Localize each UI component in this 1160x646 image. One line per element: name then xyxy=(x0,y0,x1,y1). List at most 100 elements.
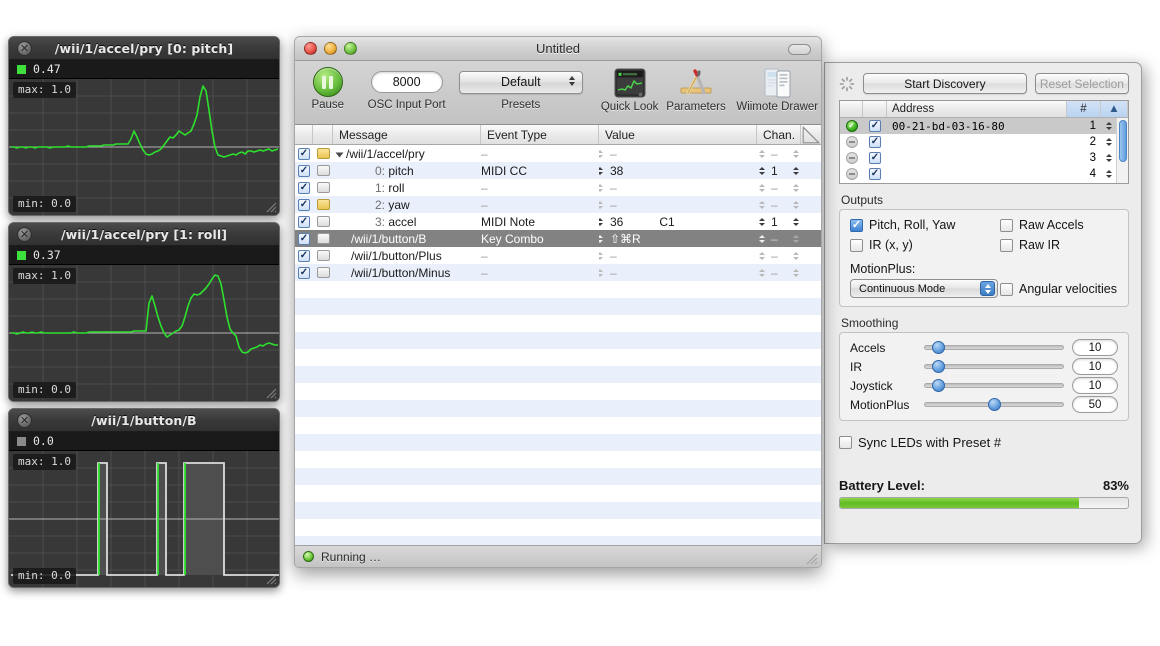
row-color-chip[interactable] xyxy=(316,165,330,176)
table-row[interactable]: ✓ /wii/1/accel/pry – – – xyxy=(295,145,821,162)
checkbox-ir-xy[interactable]: IR (x, y) xyxy=(850,238,1000,252)
row-enabled-checkbox[interactable]: ✓ xyxy=(298,181,310,194)
col-chip[interactable] xyxy=(313,125,333,144)
address-row[interactable]: ✓ 4 xyxy=(840,166,1116,182)
checkbox-box[interactable] xyxy=(1000,238,1013,252)
message-table-body[interactable]: ✓ /wii/1/accel/pry – – – ✓ 0: pitch MIDI… xyxy=(295,145,821,545)
slider-track[interactable] xyxy=(924,357,1064,376)
channel-cell[interactable]: – xyxy=(757,147,787,161)
table-row[interactable]: ✓ 2: yaw – – – xyxy=(295,196,821,213)
col-enabled[interactable] xyxy=(295,125,313,144)
table-row[interactable]: ✓ /wii/1/button/B Key Combo ⇧⌘R – xyxy=(295,230,821,247)
channel-stepper[interactable] xyxy=(791,215,800,228)
slider-accels[interactable]: Accels 10 xyxy=(850,338,1118,357)
row-color-chip[interactable] xyxy=(316,216,330,227)
event-type-cell[interactable]: – xyxy=(481,181,599,195)
column-options-button[interactable] xyxy=(801,125,821,144)
slider-knob[interactable] xyxy=(988,398,1002,411)
address-row[interactable]: ✓ 3 xyxy=(840,150,1116,166)
col-value[interactable]: Value xyxy=(599,125,757,144)
graph-window-roll[interactable]: ✕ /wii/1/accel/pry [1: roll] 0.37 max: 1… xyxy=(8,222,280,402)
scrollbar-thumb[interactable] xyxy=(1119,120,1127,162)
row-color-chip[interactable] xyxy=(316,250,330,261)
table-row[interactable]: ✓ 1: roll – – – xyxy=(295,179,821,196)
message-cell[interactable]: /wii/1/button/Plus xyxy=(333,249,481,263)
row-color-chip[interactable] xyxy=(316,199,330,210)
value-cell[interactable]: – xyxy=(599,249,757,263)
row-stepper[interactable] xyxy=(1101,152,1116,165)
value-stepper[interactable] xyxy=(757,164,766,177)
channel-stepper[interactable] xyxy=(791,164,800,177)
event-type-stepper[interactable] xyxy=(599,198,604,211)
message-cell[interactable]: 3: accel xyxy=(333,215,481,229)
wiimote-drawer-icon[interactable] xyxy=(760,67,794,99)
col-status[interactable] xyxy=(840,101,863,117)
address-table[interactable]: Address # ▲ ✓ ✓ 00-21-bd-03-16-80 1 ✓ 2 xyxy=(839,100,1129,184)
channel-stepper[interactable] xyxy=(791,249,800,262)
value-cell[interactable]: – xyxy=(599,266,757,280)
value-cell[interactable]: – xyxy=(599,147,757,161)
col-enabled[interactable] xyxy=(863,101,887,117)
value-cell[interactable]: – xyxy=(599,181,757,195)
slider-track[interactable] xyxy=(924,395,1064,414)
row-color-chip[interactable] xyxy=(316,267,330,278)
address-table-scrollbar[interactable] xyxy=(1116,118,1128,183)
toolbar-wiimote-drawer[interactable]: Wiimote Drawer xyxy=(734,67,822,113)
value-stepper[interactable] xyxy=(757,215,766,228)
value-cell[interactable]: 38 xyxy=(599,164,757,178)
row-enabled-checkbox[interactable]: ✓ xyxy=(298,198,310,211)
chevron-updown-icon[interactable] xyxy=(980,281,995,296)
channel-cell[interactable]: 1 xyxy=(757,215,787,229)
checkbox-sync-leds[interactable]: Sync LEDs with Preset # xyxy=(839,435,1129,450)
channel-cell[interactable]: – xyxy=(757,198,787,212)
graph-window-pitch[interactable]: ✕ /wii/1/accel/pry [0: pitch] 0.47 max: … xyxy=(8,36,280,216)
address-row[interactable]: ✓ 2 xyxy=(840,134,1116,150)
message-cell[interactable]: 1: roll xyxy=(333,181,481,195)
row-checkbox[interactable]: ✓ xyxy=(863,136,887,148)
checkbox-box[interactable] xyxy=(850,218,863,232)
value-stepper[interactable] xyxy=(757,147,766,160)
address-row[interactable]: ✓ ✓ 00-21-bd-03-16-80 1 xyxy=(840,118,1116,134)
event-type-cell[interactable]: – xyxy=(481,249,599,263)
slider-knob[interactable] xyxy=(932,379,946,392)
slider-ir[interactable]: IR 10 xyxy=(850,357,1118,376)
channel-stepper[interactable] xyxy=(791,147,800,160)
corner-resize-icon[interactable] xyxy=(801,125,821,145)
row-checkbox[interactable]: ✓ xyxy=(863,120,887,132)
channel-cell[interactable]: – xyxy=(757,266,787,280)
slider-value[interactable]: 10 xyxy=(1072,358,1118,375)
pause-icon[interactable] xyxy=(312,67,343,97)
slider-value[interactable]: 10 xyxy=(1072,339,1118,356)
channel-cell[interactable]: – xyxy=(757,181,787,195)
parameters-icon[interactable] xyxy=(679,67,713,99)
osc-port-input[interactable]: 8000 xyxy=(370,71,443,93)
toolbar-osc-port[interactable]: 8000 OSC Input Port xyxy=(359,67,455,111)
sort-ascending-icon[interactable]: ▲ xyxy=(1101,101,1128,117)
slider-knob[interactable] xyxy=(932,341,946,354)
channel-stepper[interactable] xyxy=(791,266,800,279)
checkbox-raw-ir[interactable]: Raw IR xyxy=(1000,238,1118,252)
event-type-cell[interactable]: – xyxy=(481,198,599,212)
value-stepper[interactable] xyxy=(757,232,766,245)
slider-motionplus[interactable]: MotionPlus 50 xyxy=(850,395,1118,414)
window-resize-grip-icon[interactable] xyxy=(804,551,818,565)
chevron-updown-icon[interactable] xyxy=(568,75,575,86)
message-cell[interactable]: 0: pitch xyxy=(333,164,481,178)
col-channel[interactable]: Chan. xyxy=(757,125,801,144)
checkbox-pitch-roll-yaw[interactable]: Pitch, Roll, Yaw xyxy=(850,218,1000,232)
resize-grip-icon[interactable] xyxy=(264,572,277,585)
row-stepper[interactable] xyxy=(1101,168,1116,181)
value-stepper[interactable] xyxy=(757,181,766,194)
row-color-chip[interactable] xyxy=(316,233,330,244)
event-type-stepper[interactable] xyxy=(599,164,604,177)
slider-track[interactable] xyxy=(924,338,1064,357)
row-enabled-checkbox[interactable]: ✓ xyxy=(298,147,310,160)
event-type-cell[interactable]: MIDI CC xyxy=(481,164,599,178)
table-row[interactable]: ✓ 0: pitch MIDI CC 38 1 xyxy=(295,162,821,179)
checkbox-raw-accels[interactable]: Raw Accels xyxy=(1000,218,1118,232)
value-stepper[interactable] xyxy=(757,266,766,279)
value-stepper[interactable] xyxy=(757,198,766,211)
motionplus-select[interactable]: Continuous Mode xyxy=(850,279,998,298)
toolbar-parameters[interactable]: Parameters xyxy=(665,67,728,113)
checkbox-box[interactable] xyxy=(839,436,852,449)
